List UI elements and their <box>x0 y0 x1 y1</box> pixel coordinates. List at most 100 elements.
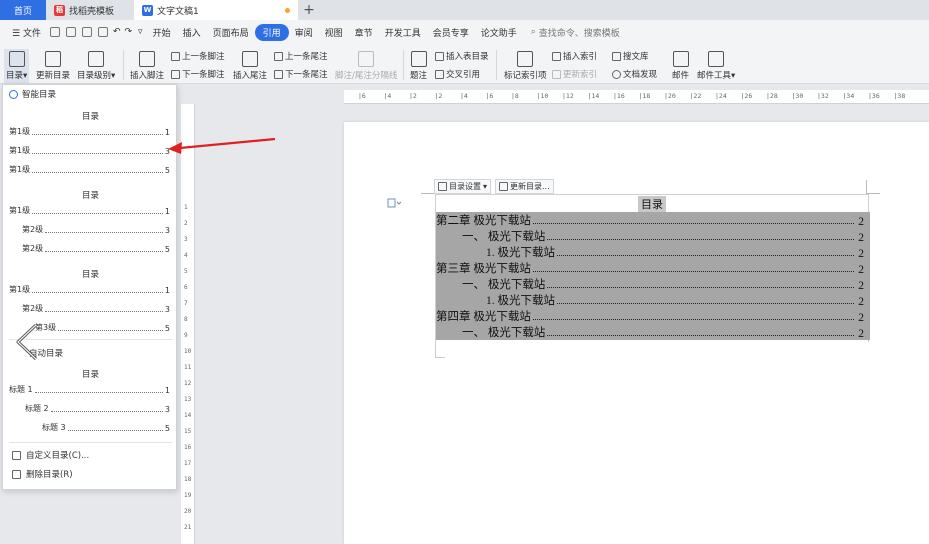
ruler-tick: |18 <box>638 92 651 100</box>
insert-footnote-button[interactable]: 插入脚注 <box>130 51 164 81</box>
insert-endnote-button[interactable]: 插入尾注 <box>233 51 267 81</box>
toc-entry-page: 2 <box>858 232 864 244</box>
mark-index-button[interactable]: 标记索引项 <box>504 51 547 81</box>
annotation-arrow-icon <box>168 137 276 154</box>
menu-item-layout[interactable]: 页面布局 <box>207 26 255 39</box>
toc-template-line-text: 第2级 <box>22 244 44 253</box>
toc-template-2-heading: 目录 <box>81 191 99 201</box>
doc-update-toc-button[interactable]: 更新目录... <box>495 179 554 194</box>
ruler-tick: 2 <box>184 220 188 227</box>
print-icon[interactable] <box>81 27 92 37</box>
toc-level-button[interactable]: 目录级别▾ <box>77 51 115 81</box>
prev-endnote-icon <box>274 51 283 61</box>
ruler-tick: 1 <box>184 204 188 211</box>
toc-entry-text: 第三章 极光下载站 <box>436 263 531 275</box>
toc-entry-text: 一、 极光下载站 <box>462 279 546 291</box>
horizontal-ruler[interactable]: |6 |4 |2 |2 |4 |6 |8 |10 |12 |14 |16 |18 |20 |22 |24 |2… <box>344 90 929 104</box>
insert-index-button[interactable]: 插入索引 <box>552 50 597 62</box>
tab-document-label: 文字文稿1 <box>157 6 199 17</box>
text-cursor-mark <box>435 340 445 358</box>
ruler-tick: |4 <box>460 92 468 100</box>
dot-leader <box>67 430 163 431</box>
toc-template-line: 第1级 5 <box>9 165 170 175</box>
tab-home[interactable]: 首页 <box>0 0 46 20</box>
ruler-tick: 4 <box>184 252 188 259</box>
toc-entry[interactable]: 第四章 极光下载站 2 <box>436 308 870 324</box>
toc-entry-text: 1. 极光下载站 <box>486 247 555 259</box>
ruler-tick: 7 <box>184 300 188 307</box>
insert-figure-toc-button[interactable]: 插入表目录 <box>435 50 489 62</box>
toc-entry[interactable]: 第二章 极光下载站 2 <box>436 212 870 228</box>
delete-toc-item[interactable]: 删除目录(R) <box>12 468 73 480</box>
menu-item-start[interactable]: 开始 <box>147 26 177 39</box>
menu-item-member[interactable]: 会员专享 <box>427 26 475 39</box>
doc-update-toc-icon <box>499 182 509 191</box>
toc-template-line-text: 标题 1 <box>9 385 33 394</box>
toc-entry-text: 一、 极光下载站 <box>462 327 546 339</box>
ribbon-divider <box>403 50 404 80</box>
update-toc-button[interactable]: 更新目录 <box>36 51 70 81</box>
export-pdf-icon[interactable] <box>65 27 76 37</box>
print-preview-icon[interactable] <box>97 27 108 37</box>
menu-item-section[interactable]: 章节 <box>349 26 379 39</box>
ruler-tick: 13 <box>184 396 192 403</box>
mail-button[interactable]: 邮件 <box>672 51 689 81</box>
ruler-tick: 19 <box>184 492 192 499</box>
toc-button[interactable]: 目录▾ <box>4 49 30 83</box>
chevron-left-icon[interactable] <box>12 322 42 362</box>
caption-label: 题注 <box>410 71 428 81</box>
toc-entry[interactable]: 1. 极光下载站 2 <box>436 244 870 260</box>
insert-endnote-label: 插入尾注 <box>233 71 268 81</box>
toc-entry-text: 1. 极光下载站 <box>486 295 555 307</box>
redo-icon[interactable]: ↷ <box>123 27 135 37</box>
menu-item-insert[interactable]: 插入 <box>177 26 207 39</box>
caption-button[interactable]: 题注 <box>410 51 427 81</box>
toc-entry[interactable]: 一、 极光下载站 2 <box>436 276 870 292</box>
toc-entry[interactable]: 一、 极光下载站 2 <box>436 324 870 340</box>
toc-template-line-page: 5 <box>164 245 170 254</box>
toc-template-line-text: 第1级 <box>9 146 31 155</box>
new-tab-button[interactable]: + <box>298 0 320 20</box>
references-ribbon: 目录▾ 更新目录 目录级别▾ 插入脚注 上一条脚注 下一条脚注 插入尾注 上一条… <box>0 44 929 84</box>
prev-endnote-button[interactable]: 上一条尾注 <box>274 50 328 62</box>
file-menu-label: 文件 <box>22 28 41 39</box>
update-toc-icon <box>45 51 61 67</box>
toc-entry[interactable]: 一、 极光下载站 2 <box>436 228 870 244</box>
toc-settings-button[interactable]: 目录设置 ▾ <box>434 179 492 194</box>
tab-document[interactable]: W 文字文稿1 <box>134 0 298 20</box>
save-icon[interactable] <box>49 27 60 37</box>
toc-title: 目录 <box>638 196 666 212</box>
next-endnote-button[interactable]: 下一条尾注 <box>274 68 328 80</box>
search-literature-button[interactable]: 搜文库 <box>612 50 649 62</box>
toc-template-line-page: 1 <box>164 386 170 395</box>
vertical-ruler[interactable]: 1 2 3 4 5 6 7 8 9 10 11 12 13 14 15 16 17 18 19 20 21 <box>181 104 195 544</box>
menu-item-references[interactable]: 引用 <box>254 23 289 41</box>
menu-item-developer[interactable]: 开发工具 <box>379 26 427 39</box>
ruler-tick: 5 <box>184 268 188 275</box>
tab-templates[interactable]: 稻 找稻壳模板 <box>46 0 134 20</box>
custom-toc-item[interactable]: 自定义目录(C)... <box>12 449 89 461</box>
separator-button[interactable]: 脚注/尾注分隔线 <box>335 51 397 81</box>
file-menu[interactable]: ☰ 文件 <box>6 26 47 39</box>
toc-entry[interactable]: 第三章 极光下载站 2 <box>436 260 870 276</box>
menu-item-paper[interactable]: 论文助手 <box>475 26 523 39</box>
paragraph-layout-icon[interactable] <box>387 198 401 208</box>
toc-entry[interactable]: 1. 极光下载站 2 <box>436 292 870 308</box>
undo-icon[interactable]: ↶ <box>111 27 123 37</box>
menu-item-view[interactable]: 视图 <box>319 26 349 39</box>
next-footnote-button[interactable]: 下一条脚注 <box>171 68 225 80</box>
publish-button[interactable]: 文档发现 <box>612 68 657 80</box>
prev-footnote-button[interactable]: 上一条脚注 <box>171 50 225 62</box>
toc-field-toolbar: 目录设置 ▾ 更新目录... <box>434 179 554 194</box>
update-index-button[interactable]: 更新索引 <box>552 68 597 80</box>
command-search[interactable]: ⌕ 查找命令、搜索模板 <box>531 26 620 39</box>
quick-access-more-icon[interactable]: ▿ <box>134 27 147 37</box>
cross-reference-button[interactable]: 交叉引用 <box>435 68 480 80</box>
mark-index-icon <box>517 51 534 67</box>
menu-item-review[interactable]: 审阅 <box>289 26 319 39</box>
toc-template-line: 标题 1 1 <box>9 385 170 395</box>
toc-template-line-page: 3 <box>164 405 170 414</box>
toc-entry-page: 2 <box>858 216 864 228</box>
cross-reference-label: 交叉引用 <box>446 70 481 80</box>
mail-tools-button[interactable]: 邮件工具▾ <box>697 51 735 81</box>
